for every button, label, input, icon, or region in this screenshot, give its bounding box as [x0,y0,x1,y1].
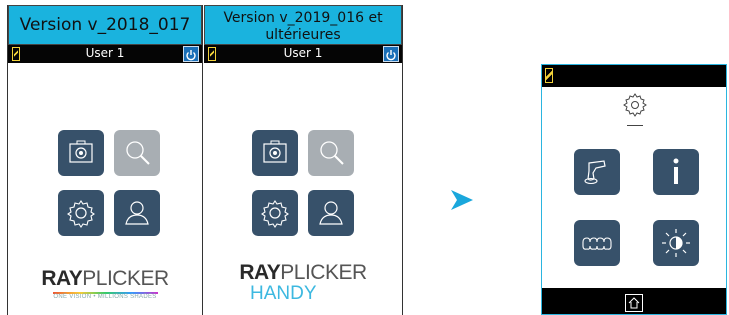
search-icon [320,141,344,165]
gear-icon[interactable] [622,92,648,118]
brightness-icon [662,229,690,257]
user-icon [125,201,149,225]
gear-icon [261,200,289,228]
panel-version-2019: Version v_2019_016 et ultérieures User 1… [204,5,403,315]
camera-button[interactable] [58,130,104,176]
power-button[interactable] [183,46,199,62]
rayplicker-logo: RAYPLICKER ONE VISION • MILLIONS SHADES [41,267,169,300]
gear-icon [67,200,95,228]
scanner-button[interactable] [574,149,620,195]
panel-title: Version v_2019_016 et ultérieures [204,5,402,45]
home-button[interactable] [625,294,643,312]
camera-button[interactable] [252,130,298,176]
search-icon [126,141,150,165]
power-button[interactable] [383,46,399,62]
user-label: User 1 [283,46,323,60]
user-button[interactable] [114,190,160,236]
scanner-icon [584,160,606,185]
search-button[interactable] [114,130,160,176]
user-icon [319,201,343,225]
user-button[interactable] [308,190,354,236]
info-icon [673,158,679,184]
power-icon [386,50,396,61]
arrow-right-icon [451,190,473,210]
selected-underline [627,125,643,126]
camera-icon [263,140,287,163]
panel-version-2018: Version v_2018_017 User 1 RAYPLICKER ONE… [7,5,203,315]
info-button[interactable] [653,149,699,195]
panel-title: Version v_2018_017 [8,5,202,45]
device-screen [541,64,727,315]
status-bar: User 1 [204,45,402,63]
settings-button[interactable] [58,190,104,236]
rayplicker-handy-logo: RAYPLICKER HANDY [239,261,367,304]
power-icon [186,50,196,61]
settings-button[interactable] [252,190,298,236]
home-icon [628,297,640,309]
teeth-icon [582,237,612,250]
status-bar [542,65,726,87]
teeth-button[interactable] [574,220,620,266]
camera-icon [69,140,93,163]
brightness-button[interactable] [653,220,699,266]
search-button[interactable] [308,130,354,176]
status-bar: User 1 [8,45,202,63]
bottom-bar [542,288,726,314]
battery-icon [545,68,553,83]
user-label: User 1 [85,46,125,60]
